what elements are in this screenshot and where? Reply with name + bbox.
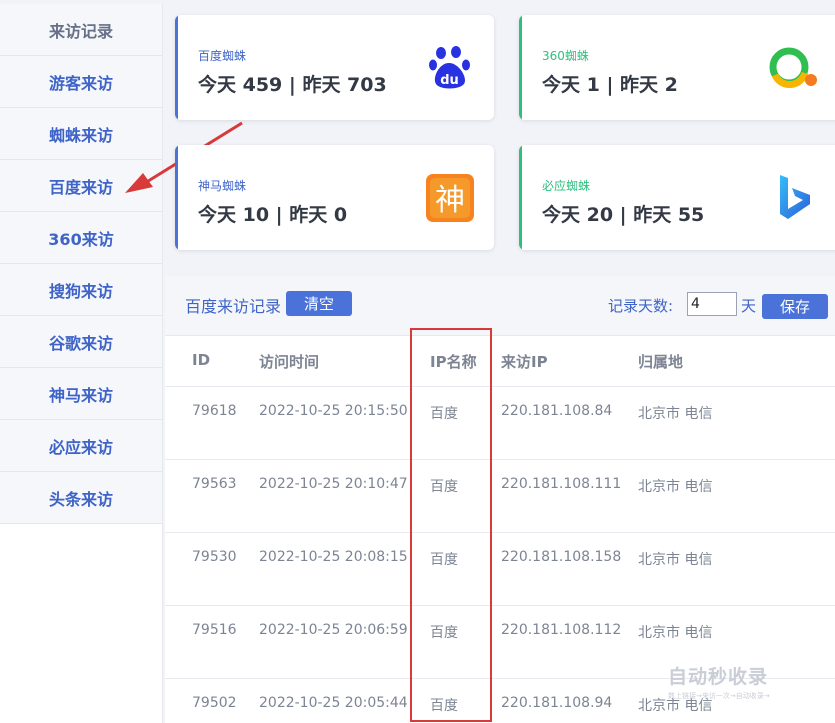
sidebar-item-visit-records[interactable]: 来访记录: [0, 4, 162, 56]
table-cell-time: 2022-10-25 20:05:44: [259, 695, 408, 711]
row-divider: [165, 532, 835, 533]
sidebar-item-google[interactable]: 谷歌来访: [0, 316, 162, 368]
stat-card-360: 360蜘蛛 今天 1 | 昨天 2: [519, 15, 835, 120]
shenma-logo-icon: 神: [426, 174, 474, 222]
sidebar-item-toutiao[interactable]: 头条来访: [0, 472, 162, 524]
records-panel: 百度来访记录 清空 记录天数: 天 保存 ID 访问时间 IP名称 来访IP 归…: [165, 276, 835, 723]
row-divider: [165, 459, 835, 460]
table-cell-time: 2022-10-25 20:08:15: [259, 549, 408, 565]
table-cell-ip: 220.181.108.158: [501, 549, 622, 565]
card-accent-bar: [175, 15, 178, 120]
stat-card-bing: 必应蜘蛛 今天 20 | 昨天 55: [519, 145, 835, 250]
table-cell-location: 北京市 电信: [638, 479, 713, 495]
card-accent-bar: [519, 15, 522, 120]
column-header-time: 访问时间: [259, 353, 320, 371]
watermark-text: 自动秒收录: [668, 666, 769, 688]
row-divider: [165, 386, 835, 387]
card-label: 百度蜘蛛: [198, 49, 247, 63]
baidu-paw-icon: du: [429, 46, 470, 89]
sidebar-item-360[interactable]: 360来访: [0, 212, 162, 264]
table-cell-ip: 220.181.108.84: [501, 403, 613, 419]
table-cell-time: 2022-10-25 20:10:47: [259, 476, 408, 492]
days-label: 记录天数:: [608, 297, 674, 315]
card-accent-bar: [175, 145, 178, 250]
clear-button[interactable]: 清空: [286, 291, 352, 316]
table-cell-id: 79563: [192, 476, 237, 492]
card-stats: 今天 20 | 昨天 55: [542, 204, 705, 226]
table-cell-location: 北京市 电信: [638, 625, 713, 641]
card-accent-bar: [519, 145, 522, 250]
annotation-highlight-box: [410, 328, 492, 722]
column-header-id: ID: [192, 351, 211, 369]
table-cell-id: 79516: [192, 622, 237, 638]
sidebar-item-sogou[interactable]: 搜狗来访: [0, 264, 162, 316]
sidebar-item-bing[interactable]: 必应来访: [0, 420, 162, 472]
column-header-location: 归属地: [638, 353, 684, 371]
sidebar-item-shenma[interactable]: 神马来访: [0, 368, 162, 420]
table-cell-ip: 220.181.108.111: [501, 476, 622, 492]
360-logo-icon: [769, 47, 817, 88]
days-input[interactable]: [687, 292, 737, 316]
table-cell-time: 2022-10-25 20:06:59: [259, 622, 408, 638]
days-unit: 天: [741, 297, 757, 315]
svg-text:du: du: [440, 73, 459, 88]
card-stats: 今天 10 | 昨天 0: [198, 204, 348, 226]
stat-card-shenma: 神马蜘蛛 今天 10 | 昨天 0 神: [175, 145, 494, 250]
sidebar: 来访记录 游客来访 蜘蛛来访 百度来访 360来访 搜狗来访 谷歌来访 神马来访…: [0, 4, 163, 723]
panel-title: 百度来访记录: [185, 297, 282, 316]
table-cell-ip: 220.181.108.112: [501, 622, 622, 638]
column-header-ip: 来访IP: [501, 353, 548, 371]
table-cell-location: 北京市 电信: [638, 552, 713, 568]
table-cell-location: 北京市 电信: [638, 406, 713, 422]
watermark-subtext: 数上链接→来访一次→自动收录→: [668, 692, 770, 700]
card-stats: 今天 459 | 昨天 703: [198, 74, 387, 96]
table-cell-ip: 220.181.108.94: [501, 695, 613, 711]
table-cell-id: 79530: [192, 549, 237, 565]
sidebar-item-tourist[interactable]: 游客来访: [0, 56, 162, 108]
table-cell-id: 79502: [192, 695, 237, 711]
card-stats: 今天 1 | 昨天 2: [542, 74, 678, 96]
card-label: 360蜘蛛: [542, 49, 589, 63]
stat-card-baidu: 百度蜘蛛 今天 459 | 昨天 703 du: [175, 15, 494, 120]
row-divider: [165, 605, 835, 606]
card-label: 必应蜘蛛: [542, 179, 591, 193]
table-cell-time: 2022-10-25 20:15:50: [259, 403, 408, 419]
svg-text:神: 神: [435, 183, 465, 218]
table-cell-id: 79618: [192, 403, 237, 419]
watermark: 自动秒收录 数上链接→来访一次→自动收录→: [668, 662, 818, 702]
bing-logo-icon: [780, 175, 810, 219]
card-label: 神马蜘蛛: [198, 179, 247, 193]
panel-header: 百度来访记录 清空 记录天数: 天 保存: [165, 276, 835, 336]
save-button[interactable]: 保存: [762, 294, 828, 319]
